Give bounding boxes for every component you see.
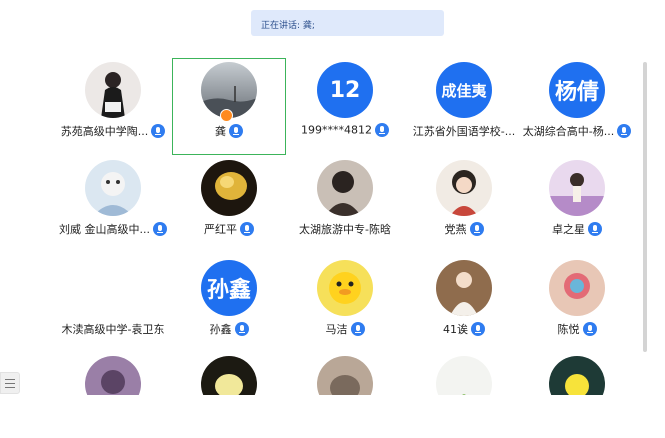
- mic-icon[interactable]: [469, 222, 484, 236]
- participant-name: 江苏省外国语学校-...: [412, 125, 516, 138]
- mic-icon[interactable]: [151, 124, 166, 138]
- avatar: [317, 260, 373, 316]
- avatar: [85, 62, 141, 118]
- mic-icon[interactable]: [375, 123, 389, 137]
- avatar: [436, 356, 492, 395]
- mic-icon[interactable]: [471, 322, 485, 336]
- avatar: [317, 356, 373, 395]
- participant-name: 党燕: [444, 223, 467, 236]
- participant-name: 严红平: [204, 223, 237, 236]
- avatar: [436, 160, 492, 216]
- participant-tile[interactable]: 41诶: [405, 254, 523, 352]
- avatar: 成佳夷: [436, 62, 492, 118]
- participant-name: 刘威 金山高级中...: [59, 223, 150, 236]
- participant-tile[interactable]: [518, 350, 636, 395]
- participant-tile[interactable]: 12 199****4812: [286, 56, 404, 154]
- participant-tile[interactable]: 太湖旅游中专-陈晗: [286, 154, 404, 252]
- avatar: 杨倩: [549, 62, 605, 118]
- participant-name: 陈悦: [557, 323, 580, 336]
- participant-tile[interactable]: 卓之星: [518, 154, 636, 252]
- participant-tile[interactable]: 党燕: [405, 154, 523, 252]
- participant-name: 孙鑫: [209, 323, 232, 336]
- participant-tile[interactable]: 刘威 金山高级中...: [54, 154, 172, 252]
- mic-icon[interactable]: [234, 322, 249, 336]
- avatar: [549, 260, 605, 316]
- selected-participant-border: [172, 58, 286, 155]
- mic-icon[interactable]: [582, 322, 597, 336]
- scrollbar[interactable]: [643, 62, 647, 352]
- mic-icon[interactable]: [617, 124, 632, 138]
- participant-tile[interactable]: [170, 350, 288, 395]
- avatar: [549, 160, 605, 216]
- avatar: [201, 356, 257, 395]
- participant-tile[interactable]: 苏苑高级中学陶...: [54, 56, 172, 154]
- participant-tile[interactable]: 陈悦: [518, 254, 636, 352]
- participant-tile[interactable]: [405, 350, 523, 395]
- mic-icon[interactable]: [153, 222, 167, 236]
- avatar: [201, 160, 257, 216]
- participant-name: 卓之星: [552, 223, 585, 236]
- avatar: 孙鑫: [201, 260, 257, 316]
- mic-icon[interactable]: [240, 222, 254, 236]
- avatar: 12: [317, 62, 373, 118]
- avatar: [436, 260, 492, 316]
- list-icon[interactable]: [0, 372, 20, 394]
- participant-name: 太湖综合高中-杨...: [522, 125, 615, 138]
- participant-tile[interactable]: 木渎高级中学-袁卫东: [54, 254, 172, 352]
- participant-name: 马洁: [325, 323, 348, 336]
- participant-grid: 苏苑高级中学陶... 龚 12 199****4812 成佳夷 江苏省外国语学校…: [0, 0, 650, 395]
- participant-name: 41诶: [443, 323, 468, 336]
- avatar: [549, 356, 605, 395]
- participant-tile[interactable]: 孙鑫 孙鑫: [170, 254, 288, 352]
- participant-tile[interactable]: [286, 350, 404, 395]
- participant-tile[interactable]: 马洁: [286, 254, 404, 352]
- participant-name: 木渎高级中学-袁卫东: [61, 323, 165, 336]
- participant-tile[interactable]: [54, 350, 172, 395]
- mic-icon[interactable]: [350, 322, 365, 336]
- participant-name: 苏苑高级中学陶...: [60, 125, 149, 138]
- avatar: [85, 160, 141, 216]
- participant-tile[interactable]: 杨倩 太湖综合高中-杨...: [518, 56, 636, 154]
- participant-name: 199****4812: [301, 123, 372, 137]
- participant-name: 太湖旅游中专-陈晗: [299, 223, 391, 236]
- avatar: [317, 160, 373, 216]
- mic-icon[interactable]: [588, 222, 602, 236]
- participant-tile[interactable]: 严红平: [170, 154, 288, 252]
- avatar: [85, 356, 141, 395]
- participant-tile[interactable]: 成佳夷 江苏省外国语学校-...: [405, 56, 523, 154]
